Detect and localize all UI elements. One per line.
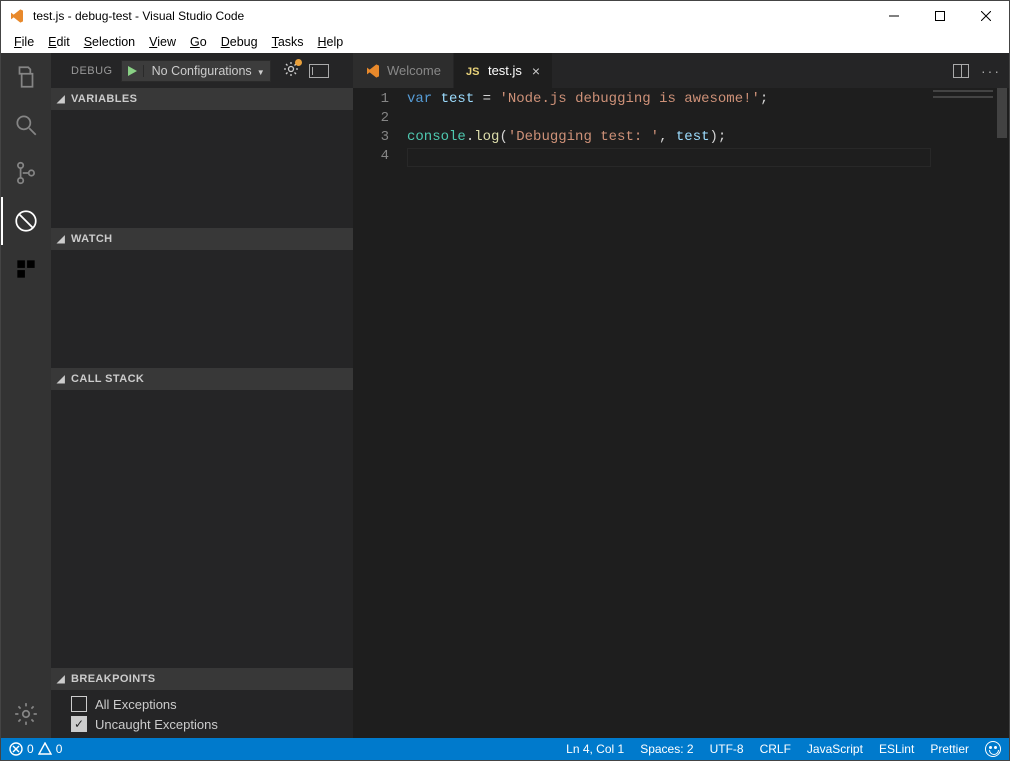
status-prettier[interactable]: Prettier	[922, 742, 977, 756]
tab-label: test.js	[488, 63, 522, 78]
status-cursor[interactable]: Ln 4, Col 1	[558, 742, 632, 756]
section-variables-label: VARIABLES	[71, 93, 137, 105]
menu-tasks[interactable]: Tasks	[265, 33, 311, 51]
menu-help[interactable]: Help	[311, 33, 351, 51]
menubar: FileEditSelectionViewGoDebugTasksHelp	[1, 31, 1009, 53]
debug-console-button[interactable]	[309, 64, 329, 78]
menu-debug[interactable]: Debug	[214, 33, 265, 51]
checkbox-icon[interactable]	[71, 696, 87, 712]
activity-explorer[interactable]	[1, 53, 51, 101]
status-eslint[interactable]: ESLint	[871, 742, 922, 756]
status-errors[interactable]: 0 0	[1, 742, 70, 756]
vertical-scrollbar[interactable]	[995, 88, 1009, 738]
code-line[interactable]	[407, 110, 1009, 129]
vscode-icon	[9, 8, 25, 24]
status-language[interactable]: JavaScript	[799, 742, 871, 756]
status-spaces[interactable]: Spaces: 2	[632, 742, 701, 756]
activity-extensions[interactable]	[1, 245, 51, 293]
menu-view[interactable]: View	[142, 33, 183, 51]
editor-area: Welcome JS test.js × ··· 1234 var test = 'N…	[353, 53, 1009, 738]
line-gutter: 1234	[353, 88, 407, 738]
tab-label: Welcome	[387, 63, 441, 78]
section-callstack-header[interactable]: ◢CALL STACK	[51, 368, 353, 390]
activity-bar	[1, 53, 51, 738]
section-watch-header[interactable]: ◢WATCH	[51, 228, 353, 250]
close-icon[interactable]: ×	[532, 63, 540, 79]
debug-config[interactable]: No Configurations	[121, 60, 271, 82]
breakpoint-label: All Exceptions	[95, 697, 177, 712]
status-encoding[interactable]: UTF-8	[702, 742, 752, 756]
section-breakpoints-label: BREAKPOINTS	[71, 673, 155, 685]
active-line-highlight	[407, 148, 931, 167]
window-title: test.js - debug-test - Visual Studio Cod…	[33, 9, 871, 23]
maximize-button[interactable]	[917, 1, 963, 31]
debug-label: DEBUG	[71, 65, 113, 77]
activity-git[interactable]	[1, 149, 51, 197]
feedback-icon[interactable]	[985, 741, 1001, 757]
status-eol[interactable]: CRLF	[752, 742, 799, 756]
start-debug-button[interactable]	[122, 65, 144, 77]
vscode-icon	[365, 63, 381, 79]
menu-go[interactable]: Go	[183, 33, 214, 51]
activity-settings[interactable]	[1, 690, 51, 738]
code-editor[interactable]: 1234 var test = 'Node.js debugging is aw…	[353, 88, 1009, 738]
editor-more-button[interactable]: ···	[981, 63, 1001, 79]
titlebar: test.js - debug-test - Visual Studio Cod…	[1, 1, 1009, 31]
menu-file[interactable]: File	[7, 33, 41, 51]
menu-selection[interactable]: Selection	[77, 33, 142, 51]
code-line[interactable]: console.log('Debugging test: ', test);	[407, 129, 1009, 148]
code-content[interactable]: var test = 'Node.js debugging is awesome…	[407, 88, 1009, 738]
section-variables-header[interactable]: ◢VARIABLES	[51, 88, 353, 110]
section-breakpoints-header[interactable]: ◢BREAKPOINTS	[51, 668, 353, 690]
debug-panel: DEBUG No Configurations ◢VARIABLES ◢WATC…	[51, 53, 353, 738]
tab-welcome[interactable]: Welcome	[353, 53, 454, 88]
close-button[interactable]	[963, 1, 1009, 31]
status-bar: 0 0 Ln 4, Col 1 Spaces: 2 UTF-8 CRLF Jav…	[1, 738, 1009, 760]
config-warning-dot-icon	[295, 59, 302, 66]
breakpoint-item[interactable]: All Exceptions	[51, 694, 353, 714]
activity-debug[interactable]	[1, 197, 51, 245]
section-callstack-label: CALL STACK	[71, 373, 144, 385]
menu-edit[interactable]: Edit	[41, 33, 77, 51]
code-line[interactable]: var test = 'Node.js debugging is awesome…	[407, 91, 1009, 110]
section-callstack-body	[51, 390, 353, 668]
debug-config-select[interactable]: No Configurations	[144, 64, 270, 78]
section-watch-label: WATCH	[71, 233, 113, 245]
breakpoint-item[interactable]: Uncaught Exceptions	[51, 714, 353, 734]
svg-text:JS: JS	[466, 66, 479, 78]
debug-configure-button[interactable]	[283, 61, 299, 80]
split-editor-button[interactable]	[953, 64, 969, 78]
section-breakpoints-body: All Exceptions Uncaught Exceptions	[51, 690, 353, 738]
minimap[interactable]	[933, 90, 993, 120]
editor-tabs: Welcome JS test.js × ···	[353, 53, 1009, 88]
tab-test-js[interactable]: JS test.js ×	[454, 53, 553, 88]
section-variables-body	[51, 110, 353, 228]
checkbox-icon[interactable]	[71, 716, 87, 732]
minimize-button[interactable]	[871, 1, 917, 31]
breakpoint-label: Uncaught Exceptions	[95, 717, 218, 732]
activity-search[interactable]	[1, 101, 51, 149]
section-watch-body	[51, 250, 353, 368]
js-file-icon: JS	[466, 63, 482, 79]
